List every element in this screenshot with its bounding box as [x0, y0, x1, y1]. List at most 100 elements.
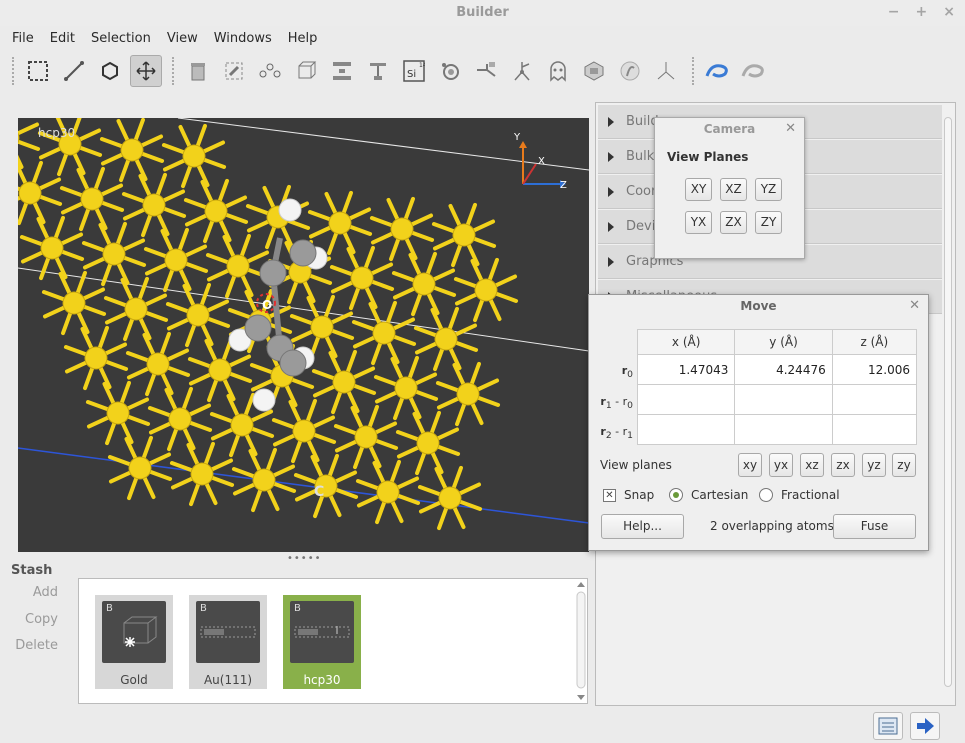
r0-x-cell[interactable]: 1.47043 — [636, 354, 736, 385]
atom-label-o: O — [262, 298, 273, 312]
layers-icon[interactable] — [362, 55, 394, 87]
r1r0-y-cell[interactable] — [734, 384, 833, 415]
stash-copy-button[interactable]: Copy — [0, 612, 75, 627]
checkbox-icon: ✕ — [603, 488, 616, 502]
table-row: 1.47043 4.24476 12.006 — [636, 354, 918, 385]
maximize-icon[interactable]: + — [916, 0, 928, 26]
stash-list: B Gold B Au(111) B hcp30 — [78, 578, 588, 704]
stash-item-name: hcp30 — [303, 673, 341, 687]
r1r0-z-cell[interactable] — [831, 384, 918, 415]
hexagon-icon[interactable] — [94, 55, 126, 87]
stash-item-gold[interactable]: B Gold — [95, 595, 173, 689]
menu-file[interactable]: File — [4, 31, 42, 46]
fuse-button[interactable]: Fuse — [833, 514, 916, 539]
hierarchy-icon[interactable] — [326, 55, 358, 87]
column-header-y: y (Å) — [734, 329, 833, 355]
table-row — [636, 384, 918, 415]
atom-gear-icon[interactable] — [434, 55, 466, 87]
plane-xy-button[interactable]: xy — [738, 453, 762, 477]
menu-windows[interactable]: Windows — [206, 31, 280, 46]
help-button[interactable]: Help... — [601, 514, 684, 539]
camera-heading: View Planes — [667, 150, 749, 164]
structure-label: hcp30 — [38, 126, 76, 140]
move-dialog: Move ✕ x (Å) y (Å) z (Å) 1.47043 4.24476 … — [588, 294, 929, 551]
rotate-cube-icon[interactable] — [578, 55, 610, 87]
r0-z-cell[interactable]: 12.006 — [831, 354, 918, 385]
stash-item-hcp30[interactable]: B hcp30 — [283, 595, 361, 689]
menu-view[interactable]: View — [159, 31, 206, 46]
camera-xy-button[interactable]: XY — [685, 178, 712, 201]
camera-yx-button[interactable]: YX — [685, 211, 712, 234]
camera-close-icon[interactable]: ✕ — [785, 118, 796, 140]
axis-label-x: X — [538, 156, 545, 167]
ruler-icon[interactable] — [58, 55, 90, 87]
snap-checkbox[interactable]: ✕ Snap — [603, 488, 654, 502]
silicon-element-icon[interactable]: 14 Si — [398, 55, 430, 87]
panel-scrollbar[interactable] — [943, 107, 953, 701]
radio-icon — [759, 488, 773, 502]
plane-zx-button[interactable]: zx — [831, 453, 855, 477]
arrow-right-icon — [917, 718, 934, 734]
row-label-r2-r1: r2 - r1 — [600, 425, 633, 442]
column-header-x: x (Å) — [636, 329, 736, 355]
close-icon[interactable]: × — [943, 0, 955, 26]
move-close-icon[interactable]: ✕ — [909, 295, 920, 317]
branch-icon[interactable] — [506, 55, 538, 87]
builder-window: Builder − + × File Edit Selection View W… — [0, 0, 965, 743]
minimize-icon[interactable]: − — [888, 0, 900, 26]
cube-icon[interactable] — [290, 55, 322, 87]
axes-icon[interactable] — [650, 55, 682, 87]
stash-item-au111[interactable]: B Au(111) — [189, 595, 267, 689]
stash-item-name: Au(111) — [203, 673, 253, 687]
send-to-button[interactable] — [910, 712, 940, 740]
molecule-icon[interactable] — [254, 55, 286, 87]
r2r1-z-cell[interactable] — [831, 414, 918, 445]
splitter-handle[interactable]: ••••• — [287, 553, 322, 564]
camera-zx-button[interactable]: ZX — [720, 211, 747, 234]
toolbar-grip[interactable] — [12, 57, 16, 85]
ghost-icon[interactable] — [542, 55, 574, 87]
row-label-r1-r0: r1 - r0 — [600, 395, 633, 412]
camera-xz-button[interactable]: XZ — [720, 178, 747, 201]
camera-title: Camera ✕ — [655, 118, 804, 140]
link-icon[interactable] — [702, 55, 734, 87]
document-icon — [878, 717, 898, 735]
atom-label-c: C — [314, 484, 325, 500]
plane-yx-button[interactable]: yx — [769, 453, 793, 477]
stash-add-button[interactable]: Add — [0, 585, 75, 600]
toolbar-grip[interactable] — [692, 57, 696, 85]
menu-edit[interactable]: Edit — [42, 31, 83, 46]
flip-icon[interactable] — [470, 55, 502, 87]
plane-xz-button[interactable]: xz — [800, 453, 824, 477]
select-rect-icon[interactable] — [22, 55, 54, 87]
move-title: Move ✕ — [589, 295, 928, 317]
toolbar-grip[interactable] — [172, 57, 176, 85]
magic-icon[interactable] — [614, 55, 646, 87]
camera-zy-button[interactable]: ZY — [755, 211, 782, 234]
r2r1-x-cell[interactable] — [636, 414, 736, 445]
unlink-icon[interactable] — [738, 55, 770, 87]
thumbnail: B — [102, 601, 166, 663]
plane-zy-button[interactable]: zy — [892, 453, 916, 477]
r2r1-y-cell[interactable] — [734, 414, 833, 445]
camera-yz-button[interactable]: YZ — [755, 178, 782, 201]
menu-selection[interactable]: Selection — [83, 31, 159, 46]
axis-label-z: Z — [560, 180, 567, 191]
menu-help[interactable]: Help — [280, 31, 326, 46]
structure-viewport[interactable]: hcp30 O C Y X Z — [18, 118, 589, 552]
r0-y-cell[interactable]: 4.24476 — [734, 354, 833, 385]
fractional-radio[interactable]: Fractional — [759, 488, 840, 502]
radio-icon — [669, 488, 683, 502]
tag-icon[interactable] — [218, 55, 250, 87]
move-icon[interactable] — [130, 55, 162, 87]
svg-text:Si: Si — [407, 69, 416, 80]
cartesian-radio[interactable]: Cartesian — [669, 488, 748, 502]
table-row — [636, 414, 918, 445]
log-button[interactable] — [873, 712, 903, 740]
stash-item-name: Gold — [120, 673, 148, 687]
stash-scrollbar[interactable] — [576, 580, 586, 702]
plane-yz-button[interactable]: yz — [862, 453, 886, 477]
r1r0-x-cell[interactable] — [636, 384, 736, 415]
stash-delete-button[interactable]: Delete — [0, 638, 75, 653]
trash-icon[interactable] — [182, 55, 214, 87]
